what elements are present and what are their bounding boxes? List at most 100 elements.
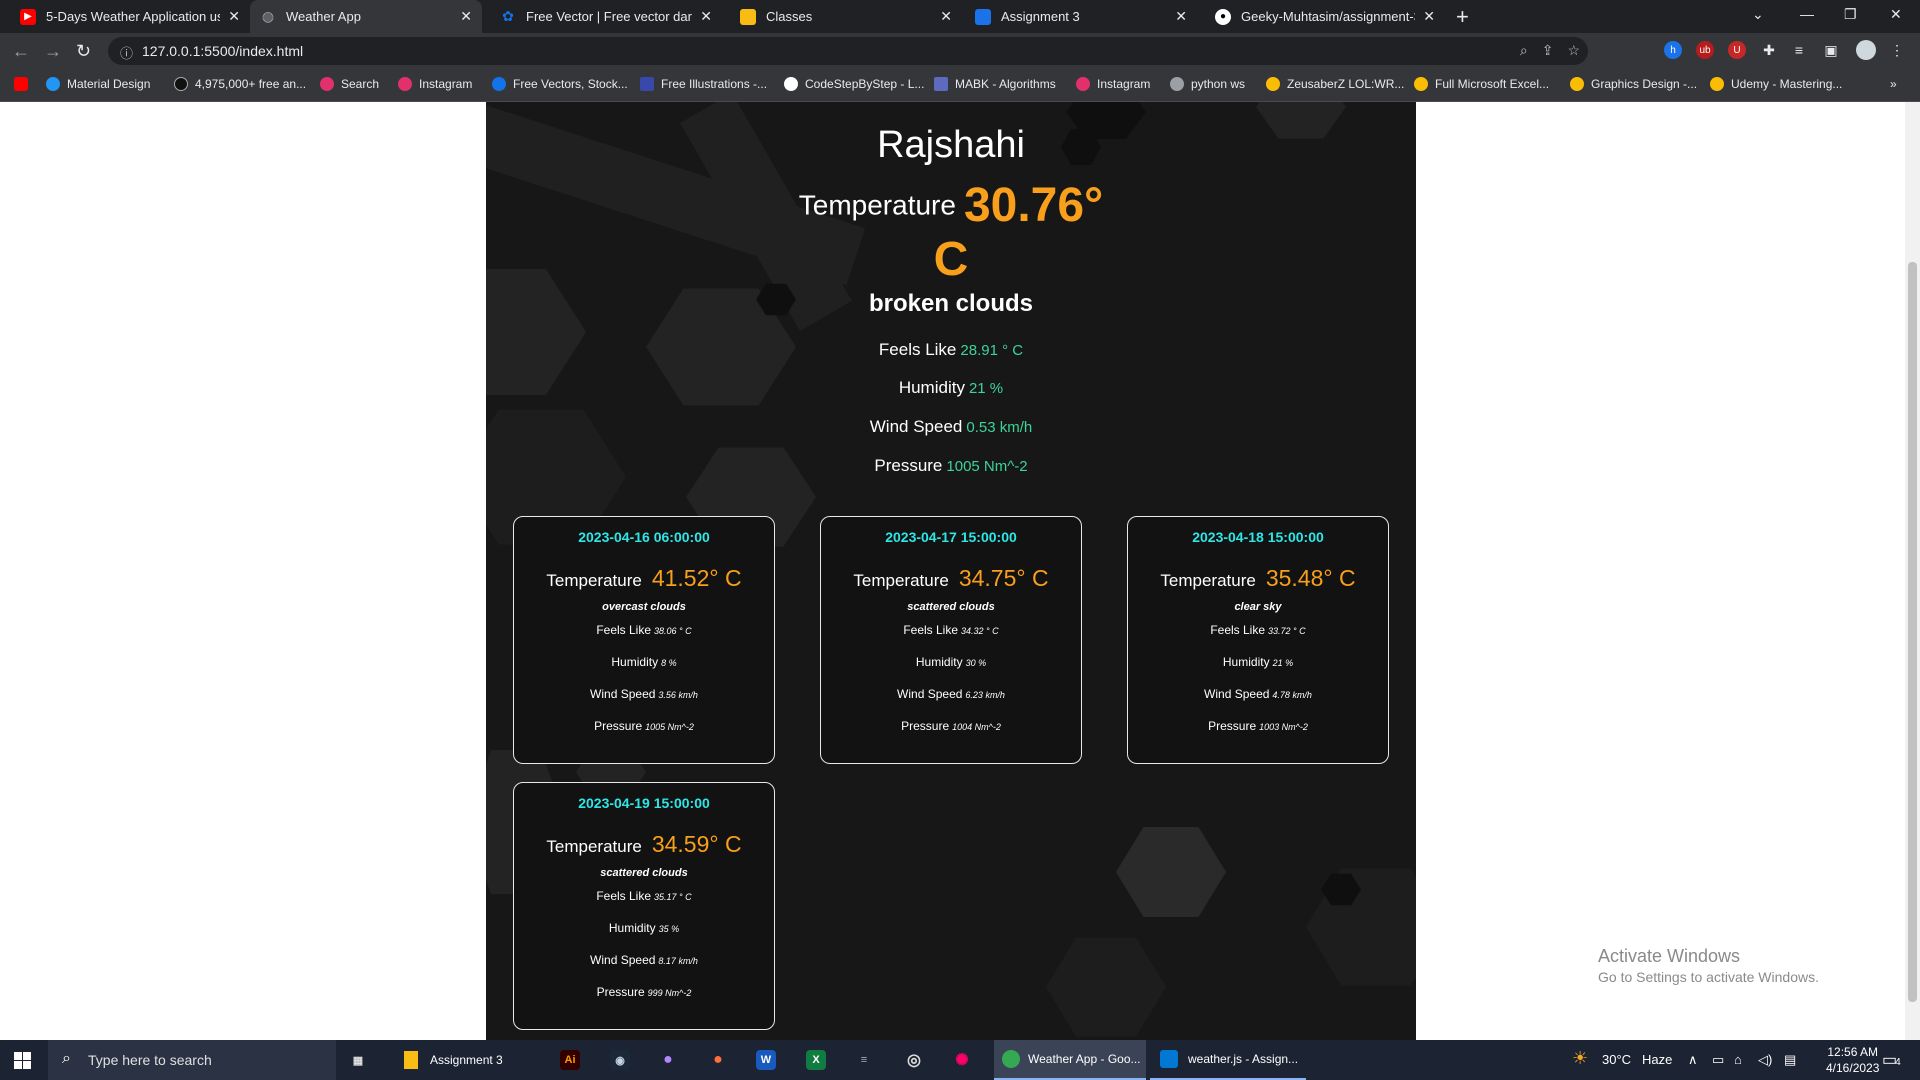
github-icon: ● xyxy=(1215,8,1231,25)
task-view-icon[interactable]: ▦ xyxy=(348,1050,368,1070)
windows-start-icon[interactable] xyxy=(14,1052,31,1069)
bookmark-item[interactable]: Free Vectors, Stock... xyxy=(492,77,628,91)
stat-label: Feels Like xyxy=(1210,623,1266,637)
bookmark-item[interactable]: Material Design xyxy=(46,77,150,91)
forecast-wind-speed: Wind Speed 3.56 km/h xyxy=(514,687,774,701)
bookmark-item[interactable]: MABK - Algorithms xyxy=(934,77,1056,91)
app-icon[interactable]: ≡ xyxy=(854,1050,874,1070)
taskbar-search[interactable]: ⌕ Type here to search xyxy=(48,1040,336,1080)
reading-list-icon[interactable]: ≡ xyxy=(1790,41,1808,59)
bookmark-star-icon[interactable]: ☆ xyxy=(1567,42,1580,59)
taskbar-weather-app[interactable]: Weather App - Goo... xyxy=(994,1040,1146,1080)
firefox-icon[interactable]: ● xyxy=(708,1050,728,1070)
stat-label: Wind Speed xyxy=(869,417,963,436)
volume-icon[interactable]: ◁) xyxy=(1758,1052,1772,1068)
system-clock[interactable]: 12:56 AM 4/16/2023 xyxy=(1826,1044,1879,1076)
bookmark-item[interactable]: Udemy - Mastering... xyxy=(1710,77,1842,91)
search-icon: ⌕ xyxy=(62,1050,71,1067)
bookmark-item[interactable]: python ws xyxy=(1170,77,1245,91)
bookmark-item[interactable]: ZeusaberZ LOL:WR... xyxy=(1266,77,1404,91)
weather-icon[interactable]: ☀ xyxy=(1572,1048,1588,1069)
bookmark-item[interactable]: Search xyxy=(320,77,379,91)
side-panel-icon[interactable]: ▣ xyxy=(1822,41,1840,59)
new-tab-button[interactable]: + xyxy=(1456,4,1469,30)
bookmark-item[interactable]: 4,975,000+ free an... xyxy=(174,77,306,91)
bookmark-item[interactable]: Free Illustrations -... xyxy=(640,77,767,91)
back-icon[interactable]: ← xyxy=(12,41,30,62)
taskbar-assignment-3[interactable]: Assignment 3 xyxy=(394,1040,542,1080)
notifications-icon[interactable]: ▭4 xyxy=(1882,1050,1901,1070)
site-info-icon[interactable]: ⓘ xyxy=(120,43,133,62)
extension-icon[interactable]: h xyxy=(1664,41,1682,59)
bookmark-item[interactable]: Full Microsoft Excel... xyxy=(1414,77,1549,91)
illustrator-icon[interactable]: Ai xyxy=(560,1050,580,1070)
github-desktop-icon[interactable]: ● xyxy=(658,1050,678,1070)
extension-icon[interactable]: U xyxy=(1728,41,1746,59)
stat-value: 1004 Nm^-2 xyxy=(952,722,1001,732)
background-hexagon xyxy=(1306,868,1416,986)
menu-icon[interactable]: ⋮ xyxy=(1888,41,1906,59)
stat-value: 8.17 km/h xyxy=(658,956,698,966)
page-scrollbar[interactable] xyxy=(1905,102,1920,1040)
stat-label: Wind Speed xyxy=(590,687,656,701)
obs-icon[interactable]: ◎ xyxy=(904,1050,924,1070)
tab-weather-tutorial[interactable]: ▶ 5-Days Weather Application usin ✕ xyxy=(10,0,250,33)
forecast-pressure: Pressure 1005 Nm^-2 xyxy=(514,719,774,733)
language-icon[interactable]: ▤ xyxy=(1784,1052,1796,1068)
network-icon[interactable]: ⌂ xyxy=(1734,1052,1742,1067)
close-icon[interactable]: ✕ xyxy=(1175,8,1187,25)
stat-label: Humidity xyxy=(898,378,965,397)
youtube-icon[interactable] xyxy=(14,77,35,91)
steam-icon[interactable]: ◉ xyxy=(610,1050,630,1070)
bookmark-item[interactable]: CodeStepByStep - L... xyxy=(784,77,924,91)
app-icon[interactable]: ✺ xyxy=(952,1050,972,1070)
drive-icon xyxy=(1414,77,1428,91)
scrollbar-thumb[interactable] xyxy=(1908,262,1917,1002)
address-bar[interactable]: ⓘ 127.0.0.1:5500/index.html ⌕ ⇪ ☆ xyxy=(108,37,1588,65)
close-window-icon[interactable]: ✕ xyxy=(1890,6,1902,23)
forecast-wind-speed: Wind Speed 6.23 km/h xyxy=(821,687,1081,701)
close-icon[interactable]: ✕ xyxy=(228,8,240,25)
file-icon xyxy=(404,1051,418,1069)
restore-icon[interactable]: ❐ xyxy=(1844,6,1857,23)
forward-icon[interactable]: → xyxy=(44,41,62,62)
tab-search-icon[interactable]: ⌄ xyxy=(1752,6,1764,23)
more-bookmarks-icon[interactable]: » xyxy=(1890,77,1897,91)
url-text[interactable]: 127.0.0.1:5500/index.html xyxy=(142,43,303,59)
puzzle-icon[interactable]: ✚ xyxy=(1760,41,1778,59)
weather-temp[interactable]: 30°C xyxy=(1602,1052,1631,1067)
stat-label: Pressure xyxy=(1208,719,1257,733)
close-icon[interactable]: ✕ xyxy=(940,8,952,25)
avatar[interactable] xyxy=(1856,40,1876,60)
close-icon[interactable]: ✕ xyxy=(1423,8,1435,25)
taskbar-vscode[interactable]: weather.js - Assign... xyxy=(1150,1040,1306,1080)
chevron-up-icon[interactable]: ∧ xyxy=(1688,1052,1698,1068)
close-icon[interactable]: ✕ xyxy=(700,8,712,25)
tab-classes[interactable]: Classes ✕ xyxy=(730,0,962,33)
bookmark-item[interactable]: Graphics Design -... xyxy=(1570,77,1697,91)
stat-label: Humidity xyxy=(611,655,659,669)
stat-label: Pressure xyxy=(901,719,950,733)
tab-freepik[interactable]: ✿ Free Vector | Free vector dark mi ✕ xyxy=(490,0,722,33)
stat-label: Pressure xyxy=(874,456,943,475)
weather-condition[interactable]: Haze xyxy=(1642,1052,1672,1067)
tab-weather-app[interactable]: ◍ Weather App ✕ xyxy=(250,0,482,33)
bookmark-item[interactable]: Instagram xyxy=(398,77,472,91)
tray-icon[interactable]: ▭ xyxy=(1712,1052,1724,1068)
share-icon[interactable]: ⇪ xyxy=(1542,42,1554,59)
bookmark-item[interactable]: Instagram xyxy=(1076,77,1150,91)
close-icon[interactable]: ✕ xyxy=(460,8,472,25)
humidity-stat: Humidity 21 % xyxy=(486,378,1416,398)
extension-icon[interactable]: ub xyxy=(1696,41,1714,59)
minimize-icon[interactable]: — xyxy=(1800,6,1814,22)
temperature-label: Temperature xyxy=(1160,571,1256,590)
tab-github-repo[interactable]: ● Geeky-Muhtasim/assignment-3 ✕ xyxy=(1205,0,1445,33)
excel-icon[interactable]: X xyxy=(806,1050,826,1070)
zoom-icon[interactable]: ⌕ xyxy=(1520,42,1528,59)
activate-windows-watermark: Activate Windows Go to Settings to activ… xyxy=(1598,946,1819,985)
tab-assignment-3[interactable]: Assignment 3 ✕ xyxy=(965,0,1197,33)
globe-icon xyxy=(1170,77,1184,91)
word-icon[interactable]: W xyxy=(756,1050,776,1070)
reload-icon[interactable]: ↻ xyxy=(76,41,91,62)
forecast-temperature: Temperature 35.48° C xyxy=(1128,565,1388,592)
